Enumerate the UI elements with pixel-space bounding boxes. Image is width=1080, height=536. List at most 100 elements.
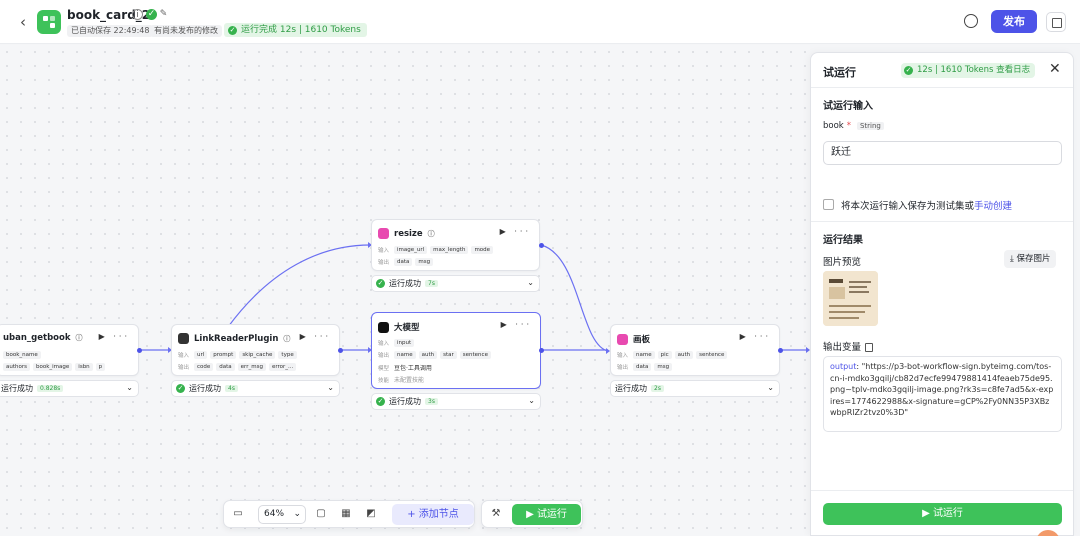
output-chip: err_msg — [237, 363, 266, 371]
input-chip: prompt — [210, 351, 237, 359]
node-llm[interactable]: 大模型 ▶ ··· 输入 input 输出 name auth star sen… — [371, 312, 541, 389]
add-node-button[interactable]: + 添加节点 — [392, 504, 474, 525]
history-clock-icon[interactable] — [964, 14, 978, 28]
linkreader-status[interactable]: ✓ 运行成功 4s ⌄ — [171, 380, 340, 397]
row-label: 输出 — [617, 365, 629, 371]
row-label: 模型 — [378, 365, 390, 372]
output-chip: authors — [3, 363, 30, 371]
node-actions[interactable]: ▶ ··· — [300, 332, 331, 341]
node-actions[interactable]: ▶ ··· — [99, 332, 130, 341]
row-label: 输入 — [178, 353, 190, 359]
verified-check-icon: ✓ — [146, 9, 157, 20]
output-value-box[interactable]: output: "https://p3-bot-workflow-sign.by… — [823, 356, 1062, 432]
run-status-text: 运行完成 12s | 1610 Tokens — [241, 25, 361, 35]
canvas-node-status[interactable]: 运行成功 2s ⌄ — [610, 380, 780, 397]
llm-status[interactable]: ✓ 运行成功 3s ⌄ — [371, 393, 541, 410]
publish-button[interactable]: 发布 — [991, 10, 1037, 33]
output-port[interactable] — [338, 348, 343, 353]
node-actions[interactable]: ▶ ··· — [500, 227, 531, 236]
row-label: 输入 — [378, 248, 390, 254]
node-getbook[interactable]: uban_getbook ⓘ ▶ ··· book_name authors bo… — [0, 324, 139, 376]
download-icon: ⤓ — [1010, 254, 1014, 264]
node-info-icon: ⓘ — [427, 229, 435, 238]
image-tool-icon — [378, 228, 389, 239]
success-check-icon: ✓ — [228, 25, 237, 35]
input-section-title: 试运行输入 — [823, 101, 873, 112]
image-icon[interactable]: ◩ — [365, 508, 377, 520]
node-linkreader[interactable]: LinkReaderPlugin ⓘ ▶ ··· 输入 url prompt sk… — [171, 324, 340, 376]
top-bar: ‹ book_card_2 i ✓ ✎ 已自动保存 22:49:48 有尚未发布… — [0, 0, 1080, 44]
input-chip: sentence — [696, 351, 728, 359]
wrench-icon[interactable]: ⚒ — [490, 508, 502, 520]
test-run-button[interactable]: ▶ 试运行 — [512, 504, 581, 525]
output-port[interactable] — [539, 243, 544, 248]
output-port[interactable] — [137, 348, 142, 353]
getbook-status[interactable]: 运行成功 0.828s ⌄ — [0, 380, 139, 397]
output-key: output — [830, 362, 857, 371]
panel-run-button[interactable]: ▶ 试运行 — [823, 503, 1062, 525]
node-resize[interactable]: resize ⓘ ▶ ··· 输入 image_url max_length mo… — [371, 219, 540, 271]
panel-status-badge[interactable]: ✓ 12s | 1610 Tokens 查看日志 — [901, 63, 1036, 78]
output-value: : "https://p3-bot-workflow-sign.byteimg.… — [830, 362, 1054, 417]
output-port[interactable] — [778, 348, 783, 353]
save-image-label: 保存图片 — [1016, 254, 1051, 264]
status-text: 运行成功 — [615, 384, 647, 393]
output-chip: name — [394, 351, 416, 359]
view-log-link[interactable]: 12s | 1610 Tokens 查看日志 — [917, 63, 1030, 78]
field-label: book * String — [823, 121, 884, 131]
chevron-down-icon: ⌄ — [528, 396, 535, 405]
minimap-icon[interactable]: ▭ — [232, 508, 244, 520]
status-time: 3s — [425, 398, 438, 405]
output-chip: data — [633, 363, 652, 371]
copy-icon[interactable] — [865, 343, 874, 352]
close-icon[interactable]: ✕ — [1049, 61, 1061, 77]
run-button-label: 试运行 — [932, 508, 963, 519]
output-chip: auth — [418, 351, 438, 359]
required-mark: * — [846, 121, 851, 131]
plugin-icon — [178, 333, 189, 344]
manual-create-link[interactable]: 手动创建 — [974, 201, 1012, 212]
node-actions[interactable]: ▶ ··· — [740, 332, 771, 341]
node-title: LinkReaderPlugin — [194, 333, 279, 344]
result-image-preview[interactable] — [823, 271, 878, 326]
node-actions[interactable]: ▶ ··· — [501, 320, 532, 329]
output-port[interactable] — [539, 348, 544, 353]
divider — [811, 87, 1073, 88]
canvas-icon — [617, 333, 628, 345]
input-chip: input — [394, 339, 415, 347]
output-chip: star — [440, 351, 457, 359]
input-chip: url — [194, 351, 208, 359]
input-chip: pic — [657, 351, 672, 359]
edit-icon[interactable]: ✎ — [158, 9, 169, 20]
output-chip: data — [394, 258, 413, 266]
add-node-label: 添加节点 — [418, 509, 459, 520]
output-chip: sentence — [459, 351, 491, 359]
chevron-down-icon: ⌄ — [293, 509, 301, 519]
output-label-text: 输出变量 — [823, 342, 862, 353]
input-chip: max_length — [430, 246, 469, 254]
status-time: 2s — [651, 385, 664, 392]
zoom-select[interactable]: 64% ⌄ — [258, 505, 306, 524]
preview-label: 图片预览 — [823, 257, 862, 268]
field-name: book — [823, 121, 844, 131]
info-icon[interactable]: i — [132, 9, 143, 20]
success-check-icon: ✓ — [376, 397, 385, 406]
row-label: 输入 — [378, 341, 390, 347]
resize-status[interactable]: ✓ 运行成功 7s ⌄ — [371, 275, 540, 292]
edge-resize-canvas — [540, 244, 609, 352]
chevron-down-icon: ⌄ — [527, 278, 534, 287]
save-image-button[interactable]: ⤓ 保存图片 — [1004, 250, 1057, 268]
duplicate-icon[interactable] — [1046, 12, 1066, 32]
output-chip: error_... — [268, 363, 297, 371]
workflow-canvas[interactable]: uban_getbook ⓘ ▶ ··· book_name authors bo… — [0, 45, 810, 536]
save-testset-checkbox[interactable] — [823, 199, 834, 210]
layout-grid-icon[interactable]: ▦ — [340, 508, 352, 520]
divider — [811, 221, 1073, 222]
comment-icon[interactable]: ▢ — [315, 508, 327, 520]
node-canvas[interactable]: 画板 ▶ ··· 输入 name pic auth sentence 输出 da… — [610, 324, 780, 376]
test-run-label: 试运行 — [536, 509, 567, 520]
book-input[interactable]: 跃迁 — [823, 141, 1062, 165]
back-arrow-icon[interactable]: ‹ — [14, 13, 32, 31]
output-chip: msg — [654, 363, 673, 371]
input-chip: mode — [471, 246, 494, 254]
